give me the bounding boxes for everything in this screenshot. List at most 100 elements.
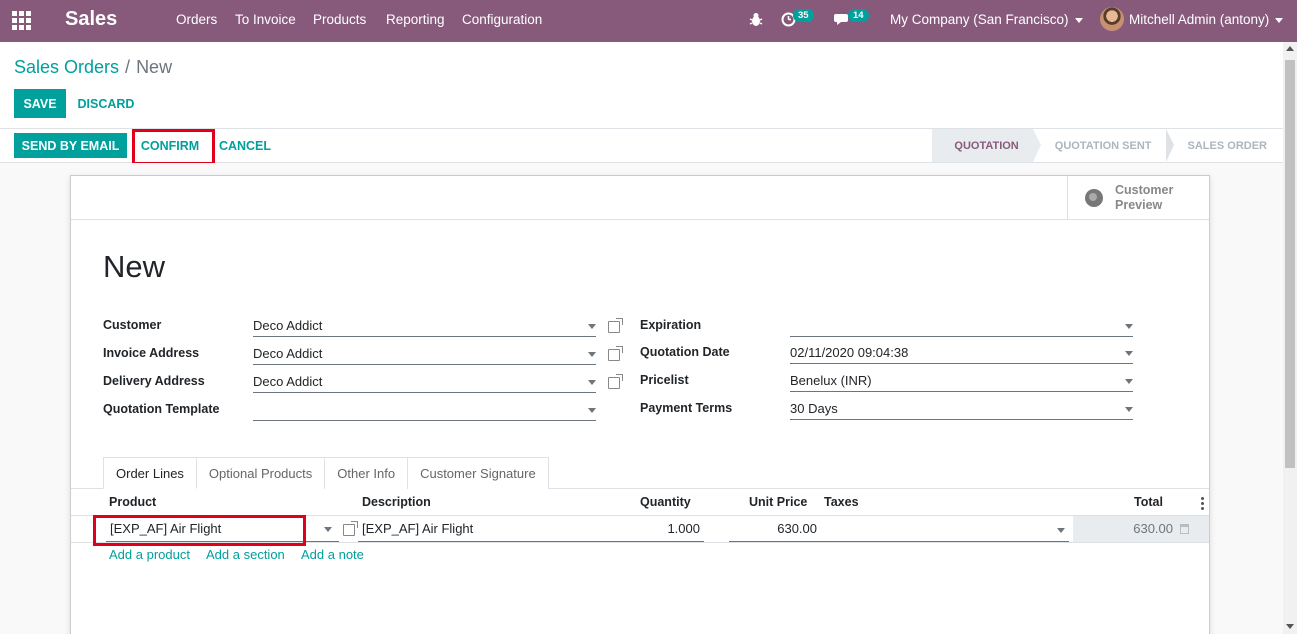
- customer-preview-button[interactable]: Customer Preview: [1067, 176, 1209, 219]
- notebook-tabs: Order Lines Optional Products Other Info…: [103, 457, 549, 489]
- send-by-email-button[interactable]: SEND BY EMAIL: [14, 133, 127, 158]
- column-header-total[interactable]: Total: [1134, 495, 1163, 509]
- tab-customer-signature[interactable]: Customer Signature: [407, 457, 549, 489]
- quotation-date-label: Quotation Date: [640, 345, 730, 359]
- quotation-template-field[interactable]: [253, 399, 596, 421]
- pricelist-field[interactable]: Benelux (INR): [790, 370, 1133, 392]
- invoice-address-field[interactable]: Deco Addict: [253, 343, 596, 365]
- page-title: New: [103, 249, 166, 284]
- quotation-date-value: 02/11/2020 09:04:38: [790, 345, 909, 360]
- menu-configuration[interactable]: Configuration: [462, 12, 542, 27]
- stage-quotation[interactable]: QUOTATION: [932, 129, 1041, 162]
- expiration-label: Expiration: [640, 318, 702, 332]
- total-value: 630.00: [1133, 521, 1173, 536]
- payment-terms-value: 30 Days: [790, 401, 838, 416]
- user-menu[interactable]: Mitchell Admin (antony): [1129, 12, 1284, 27]
- stage-label: SALES ORDER: [1187, 139, 1267, 152]
- chevron-down-icon: [1275, 17, 1284, 23]
- chevron-down-icon[interactable]: [1125, 379, 1133, 384]
- breadcrumb-current: New: [136, 57, 173, 77]
- scrollbar[interactable]: [1283, 42, 1297, 634]
- customer-label: Customer: [103, 318, 162, 332]
- confirm-highlight-box: [132, 129, 215, 165]
- customer-value: Deco Addict: [253, 318, 323, 333]
- payment-terms-label: Payment Terms: [640, 401, 733, 415]
- chevron-down-icon[interactable]: [588, 324, 596, 329]
- breadcrumb-sales-orders[interactable]: Sales Orders: [14, 57, 119, 77]
- save-button[interactable]: SAVE: [14, 89, 66, 118]
- avatar[interactable]: [1100, 7, 1124, 31]
- scroll-up-icon[interactable]: [1286, 46, 1294, 51]
- chevron-down-icon[interactable]: [588, 352, 596, 357]
- stage-quotation-sent[interactable]: QUOTATION SENT: [1033, 129, 1174, 162]
- add-section-link[interactable]: Add a section: [206, 547, 285, 562]
- top-navbar: Sales Orders To Invoice Products Reporti…: [0, 0, 1297, 42]
- company-switcher[interactable]: My Company (San Francisco): [890, 12, 1083, 27]
- form-sheet: Customer Preview New Customer Deco Addic…: [70, 175, 1210, 634]
- pricelist-value: Benelux (INR): [790, 373, 872, 388]
- tab-other-info[interactable]: Other Info: [324, 457, 409, 489]
- pricelist-label: Pricelist: [640, 373, 689, 387]
- chevron-down-icon[interactable]: [324, 527, 332, 532]
- chevron-down-icon[interactable]: [1057, 528, 1065, 533]
- stage-pipeline: QUOTATION QUOTATION SENT SALES ORDER: [932, 129, 1283, 162]
- menu-to-invoice[interactable]: To Invoice: [235, 12, 296, 27]
- chevron-down-icon: [1074, 17, 1083, 23]
- column-header-description[interactable]: Description: [362, 495, 431, 509]
- delivery-address-field[interactable]: Deco Addict: [253, 371, 596, 393]
- scroll-down-icon[interactable]: [1286, 624, 1294, 629]
- payment-terms-field[interactable]: 30 Days: [790, 398, 1133, 420]
- external-link-icon[interactable]: [343, 521, 358, 536]
- column-header-quantity[interactable]: Quantity: [640, 495, 691, 509]
- chevron-down-icon[interactable]: [588, 408, 596, 413]
- external-link-icon[interactable]: [608, 374, 623, 389]
- menu-orders[interactable]: Orders: [176, 12, 217, 27]
- description-input[interactable]: [EXP_AF] Air Flight: [358, 516, 612, 542]
- customer-field[interactable]: Deco Addict: [253, 315, 596, 337]
- cancel-button[interactable]: CANCEL: [216, 133, 274, 158]
- menu-products[interactable]: Products: [313, 12, 366, 27]
- quantity-input[interactable]: 1.000: [612, 516, 704, 542]
- trash-icon[interactable]: [1180, 524, 1189, 534]
- optional-columns-icon[interactable]: [1201, 497, 1204, 512]
- quotation-date-field[interactable]: 02/11/2020 09:04:38: [790, 342, 1133, 364]
- external-link-icon[interactable]: [608, 318, 623, 333]
- add-note-link[interactable]: Add a note: [301, 547, 364, 562]
- expiration-field[interactable]: [790, 315, 1133, 337]
- invoice-address-value: Deco Addict: [253, 346, 323, 361]
- stage-label: QUOTATION SENT: [1054, 139, 1152, 152]
- chevron-down-icon[interactable]: [1125, 407, 1133, 412]
- delivery-address-value: Deco Addict: [253, 374, 323, 389]
- preview-line1: Customer: [1115, 182, 1174, 197]
- breadcrumb-separator: /: [125, 57, 131, 77]
- globe-icon: [1085, 188, 1103, 207]
- column-header-taxes[interactable]: Taxes: [824, 495, 859, 509]
- quotation-template-label: Quotation Template: [103, 402, 220, 416]
- chevron-down-icon[interactable]: [1125, 351, 1133, 356]
- button-box: Customer Preview: [71, 176, 1209, 220]
- add-product-link[interactable]: Add a product: [109, 547, 190, 562]
- tab-order-lines[interactable]: Order Lines: [103, 457, 197, 489]
- app-name[interactable]: Sales: [65, 8, 117, 31]
- external-link-icon[interactable]: [608, 346, 623, 361]
- taxes-input[interactable]: [821, 516, 1069, 542]
- bug-icon[interactable]: [749, 12, 763, 28]
- breadcrumb: Sales Orders / New: [14, 57, 172, 78]
- stage-label: QUOTATION: [954, 139, 1019, 152]
- stage-sales-order[interactable]: SALES ORDER: [1166, 129, 1283, 162]
- tab-optional-products[interactable]: Optional Products: [195, 457, 326, 489]
- apps-menu-icon[interactable]: [12, 11, 32, 30]
- message-count-badge: 14: [848, 9, 869, 22]
- user-name: Mitchell Admin (antony): [1129, 12, 1270, 27]
- discard-button[interactable]: DISCARD: [72, 89, 140, 118]
- column-header-unit-price[interactable]: Unit Price: [749, 495, 807, 509]
- preview-line2: Preview: [1115, 197, 1163, 212]
- chevron-down-icon[interactable]: [588, 380, 596, 385]
- column-header-product[interactable]: Product: [109, 495, 156, 509]
- unit-price-input[interactable]: 630.00: [729, 516, 821, 542]
- scroll-thumb[interactable]: [1285, 60, 1295, 468]
- chevron-down-icon[interactable]: [1125, 324, 1133, 329]
- menu-reporting[interactable]: Reporting: [386, 12, 445, 27]
- delivery-address-label: Delivery Address: [103, 374, 205, 388]
- total-cell: 630.00: [1073, 516, 1209, 542]
